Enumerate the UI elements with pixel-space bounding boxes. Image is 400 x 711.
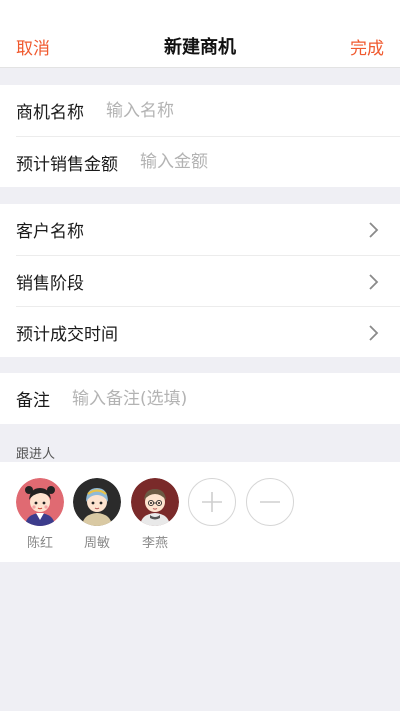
follower-name: 周敏 <box>83 536 110 551</box>
follower-item[interactable]: 周敏 <box>73 478 121 551</box>
chevron-right-icon <box>369 325 379 341</box>
expected-close-time-row[interactable]: 预计成交时间 <box>16 306 400 357</box>
follower-item[interactable]: 李燕 <box>131 478 179 551</box>
follower-name: 李燕 <box>141 536 168 551</box>
remarks-row: 备注 <box>16 373 400 424</box>
avatar <box>131 478 179 526</box>
page-title: 新建商机 <box>164 37 236 58</box>
expected-amount-row: 预计销售金额 <box>16 136 400 187</box>
opportunity-name-label: 商机名称 <box>16 103 84 123</box>
done-button[interactable]: 完成 <box>350 34 384 59</box>
basic-info-group: 商机名称 预计销售金额 <box>0 85 400 187</box>
add-follower-button[interactable] <box>188 478 236 526</box>
expected-amount-input[interactable] <box>140 152 360 172</box>
selection-group: 客户名称 销售阶段 预计成交时间 <box>0 204 400 357</box>
opportunity-name-row: 商机名称 <box>16 85 400 136</box>
expected-close-time-label: 预计成交时间 <box>16 324 118 345</box>
chevron-right-icon <box>369 222 379 238</box>
remarks-group: 备注 <box>0 373 400 424</box>
opportunity-name-input[interactable] <box>106 100 326 121</box>
minus-icon <box>260 501 280 503</box>
chevron-right-icon <box>369 274 379 290</box>
plus-icon <box>202 492 222 512</box>
remarks-input[interactable] <box>72 388 352 409</box>
navigation-bar: 取消 新建商机 完成 <box>0 0 400 68</box>
avatar <box>73 478 121 526</box>
followers-panel: 陈红 周敏 李燕 <box>0 462 400 562</box>
customer-name-label: 客户名称 <box>16 222 84 242</box>
remarks-label: 备注 <box>16 391 50 411</box>
avatar <box>16 478 64 526</box>
remove-follower-button[interactable] <box>246 478 294 526</box>
follower-name: 陈红 <box>26 536 53 551</box>
sales-stage-label: 销售阶段 <box>16 273 84 294</box>
sales-stage-row[interactable]: 销售阶段 <box>16 255 400 306</box>
customer-name-row[interactable]: 客户名称 <box>16 204 400 255</box>
expected-amount-label: 预计销售金额 <box>16 154 118 175</box>
follower-item[interactable]: 陈红 <box>16 478 64 551</box>
followers-section-title: 跟进人 <box>16 447 56 462</box>
